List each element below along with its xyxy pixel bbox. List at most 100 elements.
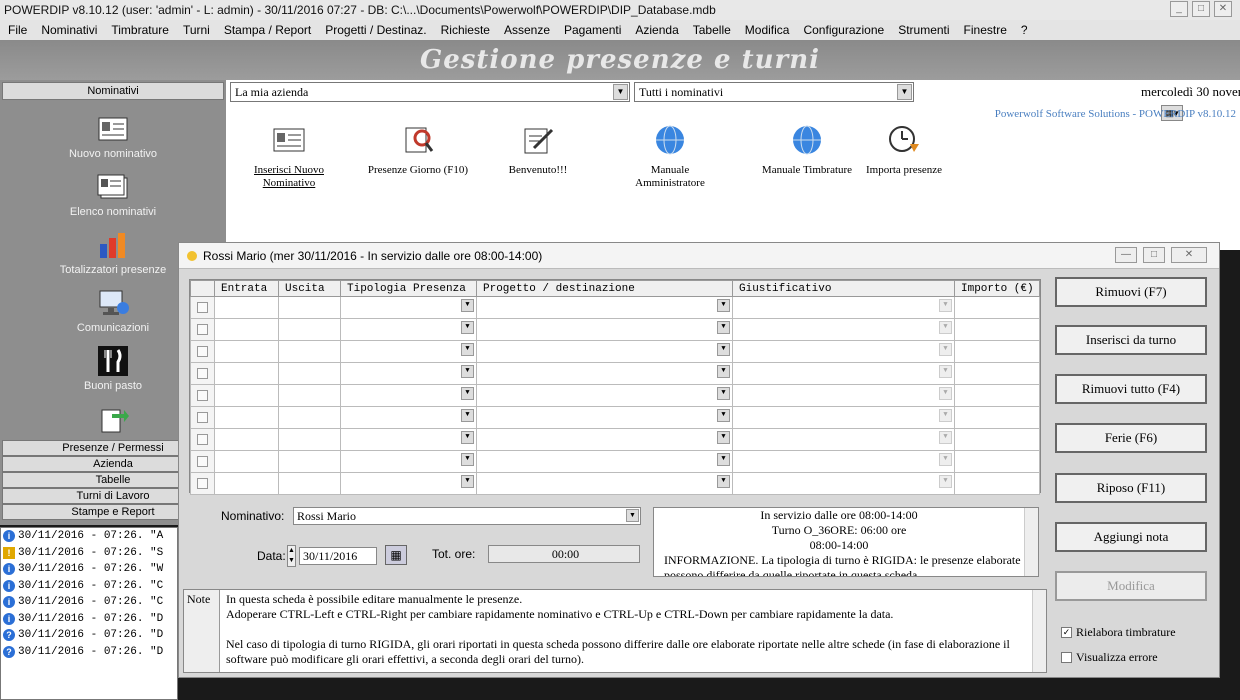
cell-importo[interactable] [955, 363, 1040, 385]
cell-uscita[interactable] [279, 319, 341, 341]
chevron-down-icon[interactable]: ▼ [717, 453, 730, 466]
log-row[interactable]: ?30/11/2016 - 07:26. "D [1, 644, 177, 661]
cell-uscita[interactable] [279, 473, 341, 495]
row-checkbox[interactable] [197, 346, 208, 357]
chevron-down-icon[interactable]: ▼ [461, 409, 474, 422]
cell-entrata[interactable] [215, 319, 279, 341]
note-scrollbar[interactable] [1032, 590, 1046, 672]
dialog-close-button[interactable]: ✕ [1171, 247, 1207, 263]
cell-progetto[interactable]: ▼ [477, 297, 733, 319]
cell-uscita[interactable] [279, 429, 341, 451]
cell-entrata[interactable] [215, 297, 279, 319]
menu-modifica[interactable]: Modifica [745, 20, 790, 40]
cell-progetto[interactable]: ▼ [477, 319, 733, 341]
cell-progetto[interactable]: ▼ [477, 385, 733, 407]
chevron-down-icon[interactable]: ▼ [939, 343, 952, 356]
cell-entrata[interactable] [215, 363, 279, 385]
chevron-down-icon[interactable]: ▼ [717, 387, 730, 400]
calendar-icon[interactable]: ▦ [385, 545, 407, 565]
row-checkbox[interactable] [197, 368, 208, 379]
row-select-cell[interactable] [191, 341, 215, 363]
row-select-cell[interactable] [191, 363, 215, 385]
cell-uscita[interactable] [279, 363, 341, 385]
menu-strumenti[interactable]: Strumenti [898, 20, 949, 40]
menu-timbrature[interactable]: Timbrature [111, 20, 169, 40]
cell-progetto[interactable]: ▼ [477, 429, 733, 451]
checkbox-unchecked[interactable] [1061, 652, 1072, 663]
cell-giustificativo[interactable]: ▼ [733, 363, 955, 385]
menu-pagamenti[interactable]: Pagamenti [564, 20, 621, 40]
cell-tipologia[interactable]: ▼ [341, 385, 477, 407]
chevron-down-icon[interactable]: ▼ [717, 431, 730, 444]
chevron-down-icon[interactable]: ▼ [939, 365, 952, 378]
cell-uscita[interactable] [279, 385, 341, 407]
cell-importo[interactable] [955, 341, 1040, 363]
log-row[interactable]: i30/11/2016 - 07:26. "A [1, 528, 177, 545]
row-checkbox[interactable] [197, 478, 208, 489]
cell-entrata[interactable] [215, 451, 279, 473]
cell-progetto[interactable]: ▼ [477, 363, 733, 385]
log-row[interactable]: i30/11/2016 - 07:26. "D [1, 611, 177, 628]
qa-benvenuto[interactable]: Benvenuto!!! [483, 124, 593, 177]
note-text[interactable]: In questa scheda è possibile editare man… [226, 592, 1028, 672]
cell-tipologia[interactable]: ▼ [341, 319, 477, 341]
cell-progetto[interactable]: ▼ [477, 451, 733, 473]
cell-tipologia[interactable]: ▼ [341, 451, 477, 473]
log-row[interactable]: i30/11/2016 - 07:26. "C [1, 578, 177, 595]
menu-azienda[interactable]: Azienda [635, 20, 678, 40]
menu-tabelle[interactable]: Tabelle [693, 20, 731, 40]
chevron-down-icon[interactable]: ▼ [897, 84, 912, 100]
cell-giustificativo[interactable]: ▼ [733, 407, 955, 429]
chevron-down-icon[interactable]: ▼ [461, 431, 474, 444]
sidebar-header[interactable]: Nominativi [2, 82, 224, 100]
chevron-down-icon[interactable]: ▼ [626, 509, 639, 522]
log-row[interactable]: ?30/11/2016 - 07:26. "D [1, 627, 177, 644]
modifica-button[interactable]: Modifica [1055, 571, 1207, 601]
chevron-down-icon[interactable]: ▼ [717, 343, 730, 356]
people-filter-select[interactable]: Tutti i nominativi ▼ [634, 82, 914, 102]
checkbox-checked[interactable]: ✓ [1061, 627, 1072, 638]
cell-entrata[interactable] [215, 473, 279, 495]
qa-inserisci-nominativo[interactable]: Inserisci Nuovo Nominativo [234, 124, 344, 190]
chevron-down-icon[interactable]: ▼ [939, 409, 952, 422]
chevron-down-icon[interactable]: ▼ [717, 475, 730, 488]
dialog-minimize-button[interactable]: — [1115, 247, 1137, 263]
menu-turni[interactable]: Turni [183, 20, 210, 40]
cell-progetto[interactable]: ▼ [477, 341, 733, 363]
row-checkbox[interactable] [197, 302, 208, 313]
cell-giustificativo[interactable]: ▼ [733, 341, 955, 363]
chevron-down-icon[interactable]: ▼ [461, 387, 474, 400]
row-checkbox[interactable] [197, 390, 208, 401]
log-row[interactable]: i30/11/2016 - 07:26. "C [1, 594, 177, 611]
cell-entrata[interactable] [215, 407, 279, 429]
cell-uscita[interactable] [279, 297, 341, 319]
chevron-down-icon[interactable]: ▼ [717, 365, 730, 378]
cell-tipologia[interactable]: ▼ [341, 341, 477, 363]
row-select-cell[interactable] [191, 407, 215, 429]
info-scrollbar[interactable] [1024, 508, 1038, 576]
riposo-button[interactable]: Riposo (F11) [1055, 473, 1207, 503]
row-select-cell[interactable] [191, 451, 215, 473]
cell-importo[interactable] [955, 473, 1040, 495]
column-header-importo[interactable]: Importo (€) [955, 281, 1040, 297]
menu-stampa-report[interactable]: Stampa / Report [224, 20, 311, 40]
cell-importo[interactable] [955, 319, 1040, 341]
qa-importa-presenze[interactable]: Importa presenze [849, 124, 959, 177]
chevron-down-icon[interactable]: ▼ [717, 321, 730, 334]
cell-giustificativo[interactable]: ▼ [733, 319, 955, 341]
menu-configurazione[interactable]: Configurazione [803, 20, 884, 40]
row-select-cell[interactable] [191, 473, 215, 495]
cell-importo[interactable] [955, 407, 1040, 429]
cell-giustificativo[interactable]: ▼ [733, 385, 955, 407]
date-spinner[interactable]: ▲▼ [287, 545, 296, 567]
cell-uscita[interactable] [279, 451, 341, 473]
chevron-down-icon[interactable]: ▼ [939, 387, 952, 400]
chevron-down-icon[interactable]: ▼ [939, 321, 952, 334]
aggiungi-nota-button[interactable]: Aggiungi nota [1055, 522, 1207, 552]
cell-importo[interactable] [955, 451, 1040, 473]
row-checkbox[interactable] [197, 412, 208, 423]
qa-presenze-giorno[interactable]: Presenze Giorno (F10) [363, 124, 473, 177]
sidebar-item-elenco-nominativi[interactable]: Elenco nominativi [0, 172, 226, 218]
menu-progetti[interactable]: Progetti / Destinaz. [325, 20, 426, 40]
chevron-down-icon[interactable]: ▼ [939, 431, 952, 444]
